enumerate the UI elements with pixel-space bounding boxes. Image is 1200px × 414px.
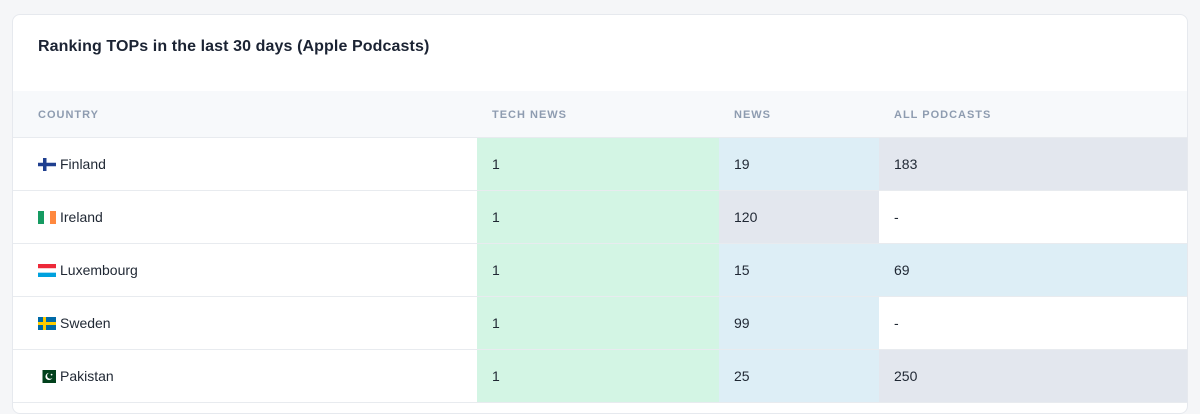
tech-news-rank: 1 (477, 297, 719, 349)
tech-news-rank: 1 (477, 138, 719, 190)
all-podcasts-rank: - (879, 297, 1187, 349)
rankings-card: Ranking TOPs in the last 30 days (Apple … (12, 14, 1188, 414)
column-header-country: COUNTRY (38, 109, 99, 121)
country-cell: Sweden (13, 297, 477, 349)
column-header-news: NEWS (734, 109, 771, 121)
country-cell: Pakistan (13, 350, 477, 402)
column-header-tech-news: TECH NEWS (492, 109, 567, 121)
news-rank: 15 (719, 244, 879, 296)
pakistan-flag-icon (38, 369, 56, 383)
country-name: Pakistan (60, 368, 114, 384)
news-rank: 25 (719, 350, 879, 402)
sweden-flag-icon (38, 316, 56, 330)
tech-news-rank: 1 (477, 244, 719, 296)
table-row: Finland 1 19 183 (13, 138, 1187, 191)
country-cell: Ireland (13, 191, 477, 243)
country-name: Luxembourg (60, 262, 138, 278)
all-podcasts-rank: - (879, 191, 1187, 243)
column-header-all-podcasts: ALL PODCASTS (894, 109, 992, 121)
news-rank: 99 (719, 297, 879, 349)
luxembourg-flag-icon (38, 263, 56, 277)
all-podcasts-rank: 250 (879, 350, 1187, 402)
table-row: Ireland 1 120 - (13, 191, 1187, 244)
country-cell: Finland (13, 138, 477, 190)
table-header: COUNTRY TECH NEWS NEWS ALL PODCASTS (13, 91, 1187, 138)
country-name: Ireland (60, 209, 103, 225)
tech-news-rank: 1 (477, 350, 719, 402)
card-title: Ranking TOPs in the last 30 days (Apple … (38, 38, 430, 55)
country-name: Finland (60, 156, 106, 172)
country-cell: Luxembourg (13, 244, 477, 296)
all-podcasts-rank: 69 (879, 244, 1187, 296)
table-row: Pakistan 1 25 250 (13, 350, 1187, 403)
ireland-flag-icon (38, 210, 56, 224)
table-row: Luxembourg 1 15 69 (13, 244, 1187, 297)
table-row: Sweden 1 99 - (13, 297, 1187, 350)
news-rank: 120 (719, 191, 879, 243)
news-rank: 19 (719, 138, 879, 190)
tech-news-rank: 1 (477, 191, 719, 243)
all-podcasts-rank: 183 (879, 138, 1187, 190)
country-name: Sweden (60, 315, 111, 331)
finland-flag-icon (38, 157, 56, 171)
